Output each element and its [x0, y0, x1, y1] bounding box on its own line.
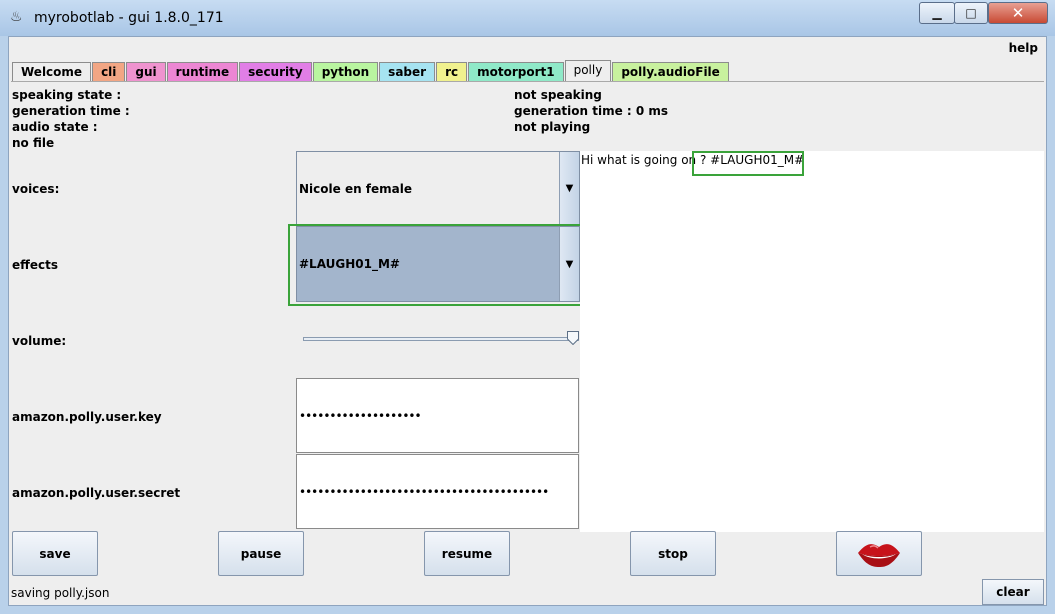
window-client: help Welcome cli gui runtime security python s…	[8, 36, 1047, 606]
clear-button[interactable]: clear	[982, 579, 1044, 605]
tab-welcome[interactable]: Welcome	[12, 62, 92, 81]
user-secret-value: ••••••••••••••••••••••••••••••••••••••••…	[299, 484, 549, 499]
chevron-down-icon[interactable]: ▼	[559, 152, 579, 225]
tab-polly[interactable]: polly	[564, 60, 612, 81]
speaking-state-label: speaking state :	[12, 88, 122, 102]
save-button[interactable]: save	[12, 531, 98, 576]
stop-button[interactable]: stop	[630, 531, 716, 576]
user-key-value: ••••••••••••••••••••	[299, 408, 422, 423]
close-icon: ✕	[1011, 4, 1025, 22]
tab-rc[interactable]: rc	[436, 62, 468, 81]
generation-time-label: generation time :	[12, 104, 130, 118]
user-key-field[interactable]: ••••••••••••••••••••	[296, 378, 579, 453]
minimize-icon: ▁	[932, 6, 942, 20]
status-message: saving polly.json	[11, 586, 110, 600]
maximize-icon: □	[965, 6, 977, 20]
speech-text-prefix: Hi what is going on ?	[581, 153, 711, 167]
service-tabs: Welcome cli gui runtime security python saber r…	[12, 60, 730, 82]
user-key-label: amazon.polly.user.key	[12, 410, 162, 424]
minimize-button[interactable]: ▁	[919, 2, 955, 24]
title-bar: ♨ myrobotlab - gui 1.8.0_171 ▁ □ ✕	[0, 0, 1055, 36]
voices-selected-value: Nicole en female	[299, 181, 413, 196]
tab-polly-audiofile[interactable]: polly.audioFile	[612, 62, 729, 81]
volume-slider-thumb[interactable]	[567, 331, 579, 345]
tab-motorport1[interactable]: motorport1	[468, 62, 564, 81]
tab-gui[interactable]: gui	[126, 62, 166, 81]
voices-dropdown[interactable]: Nicole en female ▼	[296, 151, 580, 226]
volume-slider[interactable]	[303, 337, 579, 341]
speaking-state-value: not speaking	[514, 88, 602, 102]
tab-runtime[interactable]: runtime	[166, 62, 239, 81]
tab-saber[interactable]: saber	[379, 62, 436, 81]
effects-label: effects	[12, 258, 58, 272]
status-bar: saving polly.json clear	[9, 578, 1046, 606]
file-label: no file	[12, 136, 55, 150]
voices-label: voices:	[12, 182, 60, 196]
app-icon: ♨	[10, 9, 23, 25]
help-menu[interactable]: help	[1009, 41, 1038, 55]
tab-cli[interactable]: cli	[92, 62, 126, 81]
lips-icon	[858, 543, 900, 567]
effect-tag-highlight-box	[692, 151, 804, 176]
speech-text-area[interactable]: Hi what is going on ? #LAUGH01_M#	[580, 151, 1044, 532]
resume-button[interactable]: resume	[424, 531, 510, 576]
user-secret-field[interactable]: ••••••••••••••••••••••••••••••••••••••••…	[296, 454, 579, 529]
maximize-button[interactable]: □	[954, 2, 988, 24]
audio-state-label: audio state :	[12, 120, 98, 134]
user-secret-label: amazon.polly.user.secret	[12, 486, 181, 500]
effects-highlight-box	[288, 224, 586, 306]
audio-state-value: not playing	[514, 120, 591, 134]
close-button[interactable]: ✕	[988, 2, 1048, 24]
generation-time-value: generation time : 0 ms	[514, 104, 669, 118]
speak-button[interactable]	[836, 531, 922, 576]
polly-panel: speaking state : generation time : audio…	[11, 81, 1044, 532]
menu-bar: help	[9, 37, 1046, 59]
pause-button[interactable]: pause	[218, 531, 304, 576]
tab-security[interactable]: security	[239, 62, 312, 81]
volume-label: volume:	[12, 334, 67, 348]
tab-python[interactable]: python	[312, 62, 379, 81]
window-title: myrobotlab - gui 1.8.0_171	[34, 10, 224, 26]
